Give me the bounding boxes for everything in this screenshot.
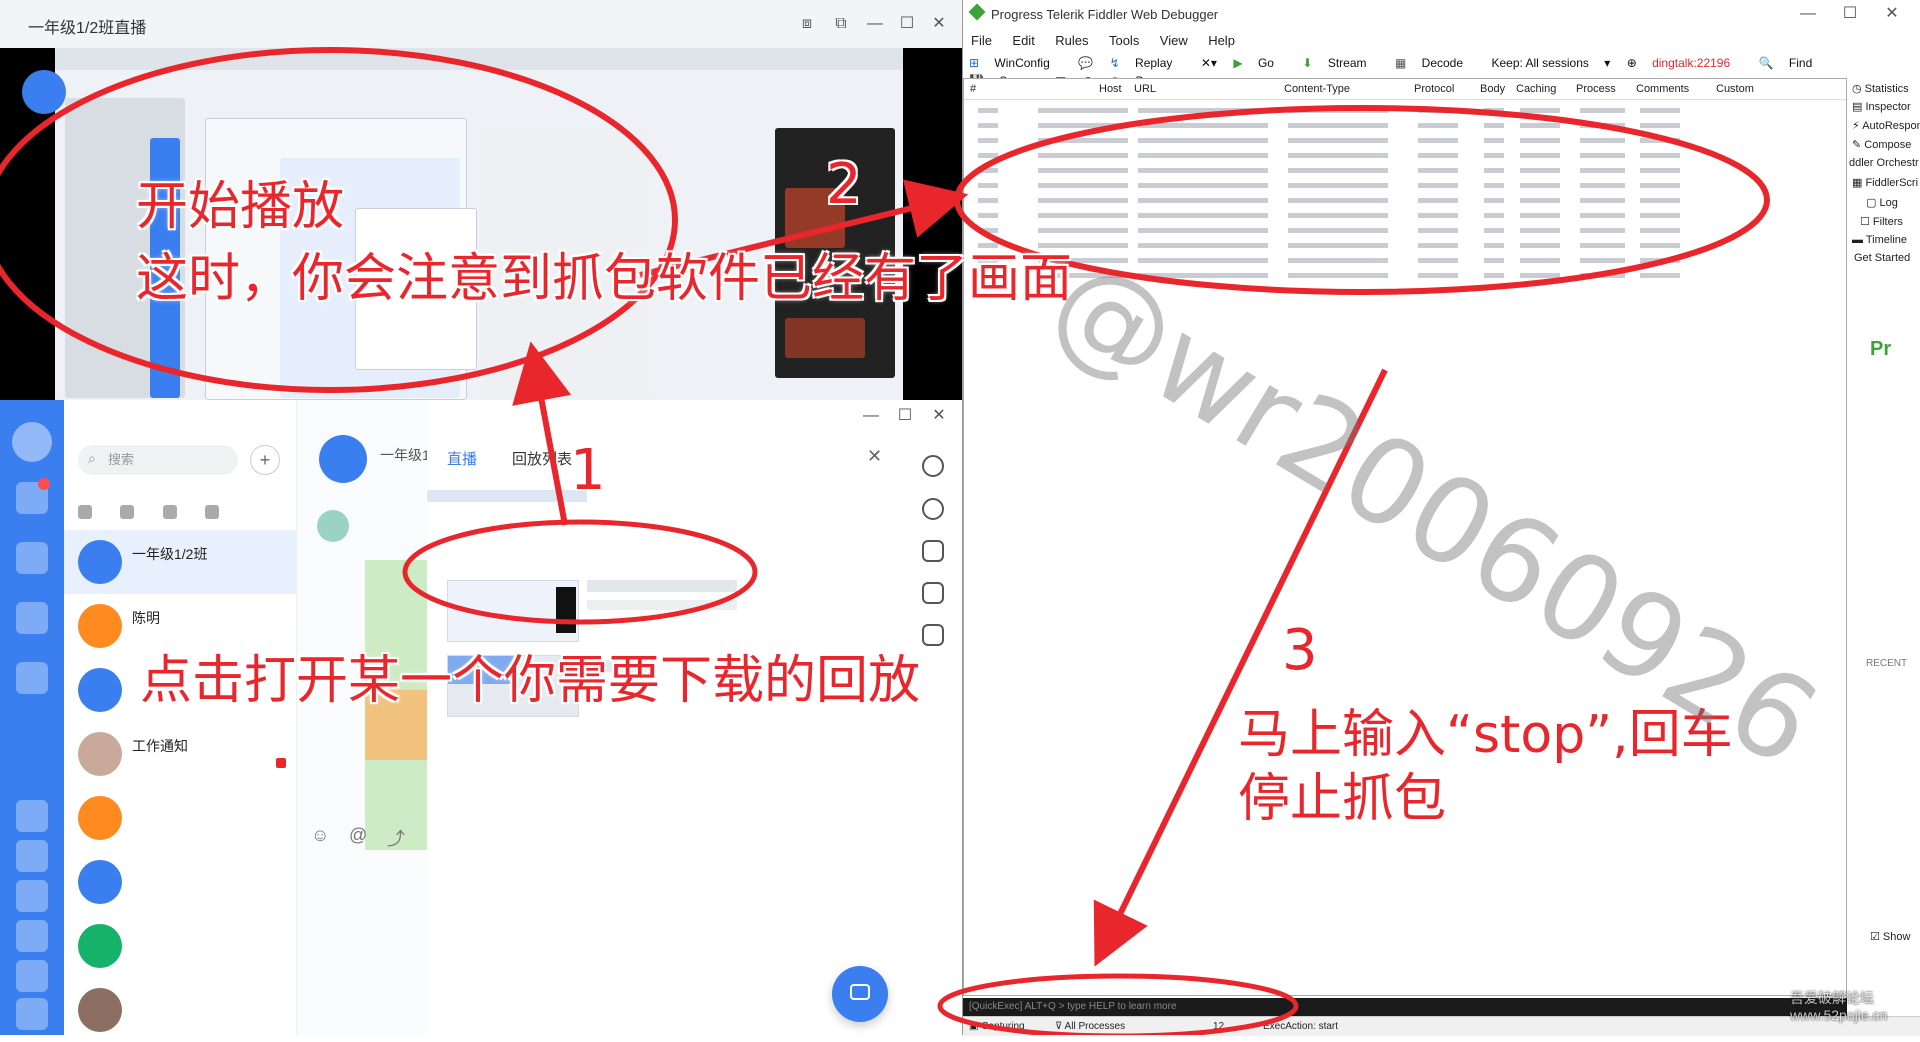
step-number-3: 3 <box>1282 618 1318 683</box>
annotation-layer <box>0 47 1770 1035</box>
annotation-click-replay: 点击打开某一个你需要下载的回放 <box>140 651 921 711</box>
step-number-1: 1 <box>570 438 606 503</box>
highlight-quickexec-ellipse <box>937 973 1299 1035</box>
highlight-replay-ellipse <box>402 519 758 625</box>
annotation-notice-capture: 这时，你会注意到抓包软件已经有了画面 <box>136 249 1073 309</box>
step-number-2: 2 <box>826 152 862 217</box>
arrow-1 <box>512 341 572 526</box>
annotation-stop-capture: 停止抓包 <box>1238 769 1447 829</box>
corner-watermark: 吾爱破解论坛 www.52pojie.cn <box>1790 990 1888 1023</box>
annotation-start-play: 开始播放 <box>136 177 345 237</box>
